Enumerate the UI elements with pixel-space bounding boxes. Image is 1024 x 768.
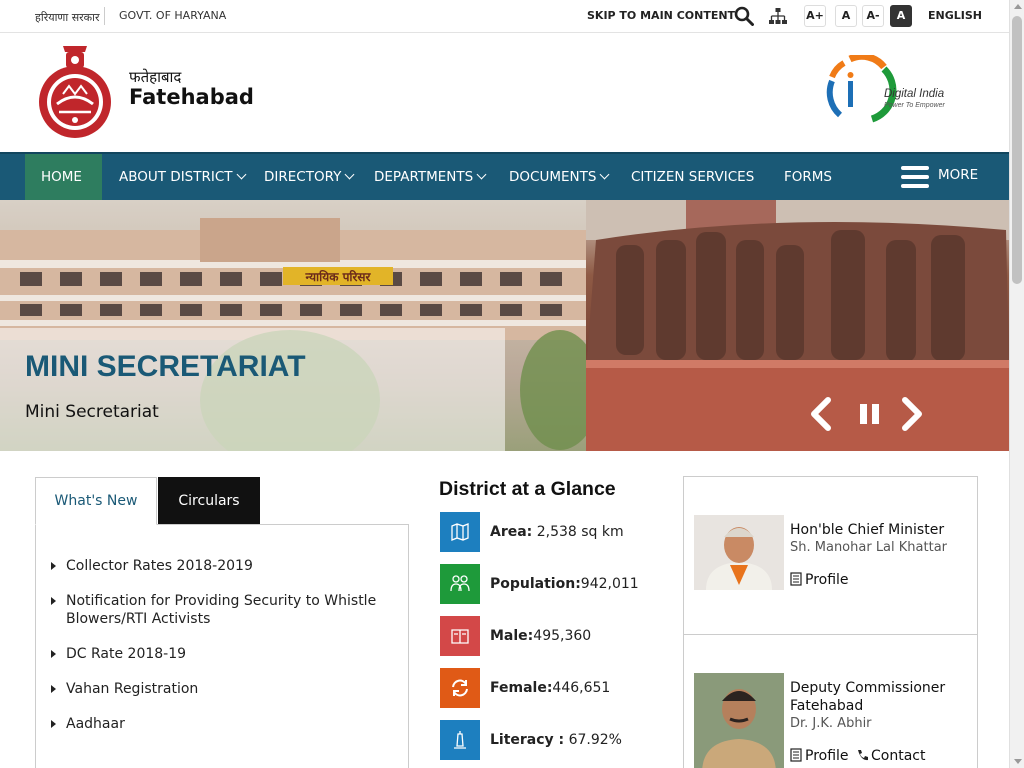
font-normal-button[interactable]: A <box>835 5 857 27</box>
stat-area-label: Area: <box>490 524 533 540</box>
district-at-a-glance-title: District at a Glance <box>439 478 616 500</box>
news-item[interactable]: Vahan Registration <box>51 680 386 698</box>
slide-image-statues <box>586 200 1009 451</box>
nav-departments-label: DEPARTMENTS <box>374 169 474 185</box>
nav-about-district-label: ABOUT DISTRICT <box>119 169 233 185</box>
nav-directory-label: DIRECTORY <box>264 169 342 185</box>
govt-of-haryana-link[interactable]: GOVT. OF HARYANA <box>119 9 226 22</box>
scroll-down-arrow-icon[interactable] <box>1014 759 1022 764</box>
hamburger-menu-icon[interactable] <box>901 166 929 188</box>
chevron-down-icon <box>344 169 355 180</box>
hero-slider: न्यायिक परिसर MINI SECRETARIAT Mini Secr… <box>0 200 1009 451</box>
slide-title: MINI SECRETARIAT <box>25 350 306 383</box>
slide-caption-box <box>0 328 505 451</box>
stat-male: Male:495,360 <box>490 628 591 644</box>
main-navigation: HOME ABOUT DISTRICT DIRECTORY DEPARTMENT… <box>0 152 1009 200</box>
deputy-commissioner-title: Deputy Commissioner Fatehabad <box>790 680 946 714</box>
chevron-down-icon <box>599 169 610 180</box>
haryana-emblem-logo[interactable] <box>35 42 115 140</box>
district-name[interactable]: Fatehabad <box>129 85 254 109</box>
deputy-commissioner-contact-link[interactable]: Contact <box>856 748 925 764</box>
language-selector[interactable]: ENGLISH <box>928 9 982 22</box>
chief-minister-name: Sh. Manohar Lal Khattar <box>790 540 948 555</box>
stat-population: Population:942,011 <box>490 576 639 592</box>
divider <box>104 7 105 25</box>
tab-circulars[interactable]: Circulars <box>158 477 260 525</box>
officials-panel: Hon'ble Chief Minister Sh. Manohar Lal K… <box>683 476 978 768</box>
stat-area-value: 2,538 sq km <box>532 524 624 540</box>
deputy-commissioner-profile-link[interactable]: Profile <box>790 748 849 764</box>
district-name-hindi: फतेहाबाद <box>129 68 182 86</box>
sitemap-icon[interactable] <box>768 6 788 26</box>
literacy-tower-icon <box>440 720 480 760</box>
site-header: फतेहाबाद Fatehabad Digital India Power T… <box>0 33 1009 152</box>
profile-label: Profile <box>805 572 849 588</box>
nav-about-district[interactable]: ABOUT DISTRICT <box>119 154 246 200</box>
nav-documents[interactable]: DOCUMENTS <box>509 154 610 200</box>
phone-icon <box>858 750 868 761</box>
stat-female: Female:446,651 <box>490 680 610 696</box>
stat-literacy-value: 67.92% <box>564 732 622 748</box>
nav-more[interactable]: MORE <box>938 152 978 198</box>
statues-illustration <box>586 200 1009 451</box>
scroll-thumb[interactable] <box>1012 16 1022 284</box>
contact-label: Contact <box>871 748 926 764</box>
population-users-icon <box>440 564 480 604</box>
nav-documents-label: DOCUMENTS <box>509 169 597 185</box>
chevron-down-icon <box>236 169 246 180</box>
news-item[interactable]: Collector Rates 2018-2019 <box>51 557 386 575</box>
stat-population-value: 942,011 <box>580 576 639 592</box>
slider-prev-icon[interactable] <box>806 396 836 432</box>
nav-home[interactable]: HOME <box>25 154 102 200</box>
deputy-commissioner-photo <box>694 673 784 768</box>
nav-directory[interactable]: DIRECTORY <box>264 154 355 200</box>
nav-citizen-services[interactable]: CITIZEN SERVICES <box>631 154 754 200</box>
stat-female-label: Female: <box>490 680 553 696</box>
page-scrollbar[interactable] <box>1009 0 1024 768</box>
nav-departments[interactable]: DEPARTMENTS <box>374 154 487 200</box>
chief-minister-profile-link[interactable]: Profile <box>790 572 849 588</box>
stat-population-label: Population: <box>490 576 581 592</box>
news-item[interactable]: Aadhaar <box>51 715 386 733</box>
document-icon <box>790 572 802 586</box>
slide-subtitle: Mini Secretariat <box>25 402 159 422</box>
haryana-sarkar-link[interactable]: हरियाणा सरकार <box>35 10 99 25</box>
high-contrast-button[interactable]: A <box>890 5 912 27</box>
slider-pause-icon[interactable] <box>855 396 885 432</box>
stat-male-label: Male: <box>490 628 534 644</box>
news-item[interactable]: DC Rate 2018-19 <box>51 645 386 663</box>
female-refresh-icon <box>440 668 480 708</box>
stat-female-value: 446,651 <box>552 680 611 696</box>
font-decrease-button[interactable]: A- <box>862 5 884 27</box>
stat-literacy-label: Literacy : <box>490 732 565 748</box>
scroll-up-arrow-icon[interactable] <box>1014 4 1022 9</box>
deputy-commissioner-name: Dr. J.K. Abhir <box>790 716 872 731</box>
digital-india-logo[interactable]: Digital India Power To Empower <box>826 55 956 125</box>
tab-whats-new[interactable]: What's New <box>35 477 157 525</box>
skip-to-main-content-link[interactable]: SKIP TO MAIN CONTENT <box>587 9 735 22</box>
chief-minister-photo <box>694 515 784 590</box>
chief-minister-title: Hon'ble Chief Minister <box>790 522 945 538</box>
stat-male-value: 495,360 <box>533 628 592 644</box>
stat-area: Area: 2,538 sq km <box>490 524 624 540</box>
top-utility-bar: हरियाणा सरकार GOVT. OF HARYANA SKIP TO M… <box>0 0 1009 33</box>
profile-label: Profile <box>805 748 849 764</box>
chevron-down-icon <box>476 169 487 180</box>
area-map-icon <box>440 512 480 552</box>
building-sign: न्यायिक परिसर <box>305 270 372 284</box>
news-item[interactable]: Notification for Providing Security to W… <box>51 592 386 628</box>
male-book-icon <box>440 616 480 656</box>
font-increase-button[interactable]: A+ <box>804 5 826 27</box>
news-panel: Collector Rates 2018-2019 Notification f… <box>35 524 409 768</box>
search-icon[interactable] <box>734 6 754 26</box>
document-icon <box>790 748 802 762</box>
slider-next-icon[interactable] <box>897 396 927 432</box>
nav-forms[interactable]: FORMS <box>784 154 832 200</box>
stat-literacy: Literacy : 67.92% <box>490 732 622 748</box>
digital-india-tagline: Power To Empower <box>884 102 945 109</box>
digital-india-title: Digital India <box>884 88 944 100</box>
divider <box>684 634 977 635</box>
